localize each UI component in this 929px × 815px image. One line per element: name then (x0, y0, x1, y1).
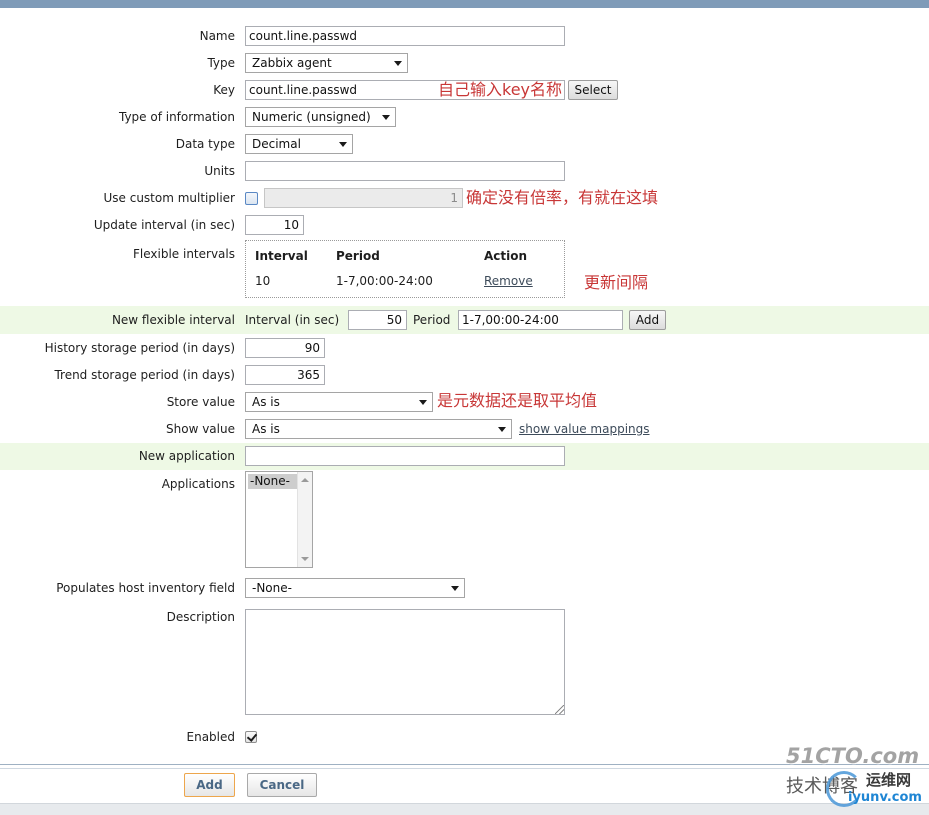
resize-handle-icon[interactable] (555, 705, 564, 714)
flexible-intervals-label: Flexible intervals (133, 247, 235, 261)
key-row: Key 自己输入key名称 Select (0, 80, 929, 100)
inventory-field-value: -None- (252, 581, 292, 595)
update-interval-label: Update interval (in sec) (93, 218, 235, 232)
data-type-value: Decimal (252, 137, 301, 151)
units-row: Units (0, 161, 929, 181)
inventory-field-select[interactable]: -None- (245, 578, 465, 598)
history-row: History storage period (in days) (0, 338, 929, 358)
new-flexible-interval-row: New flexible interval Interval (in sec) … (0, 306, 929, 334)
add-interval-button[interactable]: Add (629, 310, 666, 330)
store-value-value: As is (252, 395, 280, 409)
applications-row: Applications -None- (0, 471, 929, 568)
flexible-intervals-table: Interval Period Action 10 1-7,00:00-24:0… (245, 240, 565, 298)
key-annotation: 自己输入key名称 (438, 80, 563, 99)
type-select-value: Zabbix agent (252, 56, 332, 70)
history-label: History storage period (in days) (44, 341, 235, 355)
applications-listbox[interactable]: -None- (245, 471, 313, 568)
new-period-input[interactable] (458, 310, 623, 330)
show-value-label: Show value (166, 422, 235, 436)
store-value-annotation: 是元数据还是取平均值 (437, 391, 598, 410)
applications-label: Applications (161, 477, 235, 491)
enabled-label: Enabled (186, 730, 236, 744)
trends-label: Trend storage period (in days) (54, 368, 235, 382)
type-select[interactable]: Zabbix agent (245, 53, 408, 73)
flexible-intervals-row: Flexible intervals Interval Period Actio… (0, 240, 929, 298)
show-value-mappings-link[interactable]: show value mappings (519, 422, 650, 436)
chevron-down-icon (498, 427, 506, 432)
column-header-action: Action (484, 249, 528, 263)
store-value-row: Store value As is 是元数据还是取平均值 (0, 392, 929, 412)
update-interval-row: Update interval (in sec) (0, 215, 929, 235)
update-interval-input[interactable] (245, 215, 304, 235)
key-label: Key (213, 83, 235, 97)
new-application-label: New application (138, 449, 235, 463)
key-select-button[interactable]: Select (568, 80, 618, 100)
inventory-field-row: Populates host inventory field -None- (0, 578, 929, 598)
history-input[interactable] (245, 338, 325, 358)
chevron-down-icon (419, 400, 427, 405)
data-type-row: Data type Decimal (0, 134, 929, 154)
add-button[interactable]: Add (184, 773, 235, 797)
name-row: Name (0, 26, 929, 46)
show-value-select[interactable]: As is (245, 419, 512, 439)
new-application-row: New application (0, 443, 929, 470)
chevron-down-icon (339, 142, 347, 147)
data-type-label: Data type (175, 137, 235, 151)
new-interval-input[interactable] (348, 310, 407, 330)
trends-row: Trend storage period (in days) (0, 365, 929, 385)
data-type-select[interactable]: Decimal (245, 134, 353, 154)
name-label: Name (199, 29, 235, 43)
column-header-interval: Interval (255, 249, 308, 263)
scroll-down-icon[interactable] (301, 557, 309, 561)
enabled-row: Enabled (0, 730, 929, 744)
type-of-information-select[interactable]: Numeric (unsigned) (245, 107, 396, 127)
flexible-interval-period: 1-7,00:00-24:00 (336, 274, 433, 288)
bottom-strip (0, 803, 929, 815)
new-period-label: Period (413, 313, 451, 327)
type-row: Type Zabbix agent (0, 53, 929, 73)
description-row: Description (0, 609, 929, 715)
chevron-down-icon (394, 61, 402, 66)
description-textarea[interactable] (245, 609, 565, 715)
flexible-interval-value: 10 (255, 274, 271, 288)
scroll-up-icon[interactable] (301, 478, 309, 482)
applications-option[interactable]: -None- (248, 474, 297, 489)
column-header-period: Period (336, 249, 380, 263)
flexible-annotation: 更新间隔 (584, 273, 649, 292)
enabled-checkbox[interactable] (245, 731, 257, 743)
remove-interval-link[interactable]: Remove (484, 274, 533, 288)
watermark-site: iyunv.com (848, 790, 922, 805)
custom-multiplier-checkbox[interactable] (245, 192, 258, 205)
header-bar (0, 0, 929, 8)
chevron-down-icon (451, 586, 459, 591)
name-input[interactable] (245, 26, 565, 46)
watermark-brand: 51CTO.com (786, 744, 920, 768)
type-of-information-label: Type of information (118, 110, 235, 124)
listbox-scrollbar[interactable] (297, 472, 312, 567)
custom-multiplier-label: Use custom multiplier (103, 191, 235, 205)
type-of-information-row: Type of information Numeric (unsigned) (0, 107, 929, 127)
cancel-button[interactable]: Cancel (247, 773, 317, 797)
trends-input[interactable] (245, 365, 325, 385)
inventory-field-label: Populates host inventory field (56, 581, 235, 595)
type-label: Type (207, 56, 235, 70)
new-flexible-interval-label: New flexible interval (111, 313, 235, 327)
watermark-site-cn: 运维网 (866, 771, 912, 789)
new-application-input[interactable] (245, 446, 565, 466)
units-input[interactable] (245, 161, 565, 181)
show-value-value: As is (252, 422, 280, 436)
new-interval-sec-label: Interval (in sec) (245, 313, 340, 327)
custom-multiplier-row: Use custom multiplier 确定没有倍率，有就在这填 (0, 188, 929, 208)
multiplier-annotation: 确定没有倍率，有就在这填 (466, 188, 659, 207)
chevron-down-icon (382, 115, 390, 120)
description-label: Description (166, 610, 235, 624)
store-value-label: Store value (166, 395, 235, 409)
show-value-row: Show value As is show value mappings (0, 419, 929, 439)
custom-multiplier-input (264, 188, 463, 208)
type-of-information-value: Numeric (unsigned) (252, 110, 371, 124)
store-value-select[interactable]: As is (245, 392, 433, 412)
units-label: Units (204, 164, 235, 178)
